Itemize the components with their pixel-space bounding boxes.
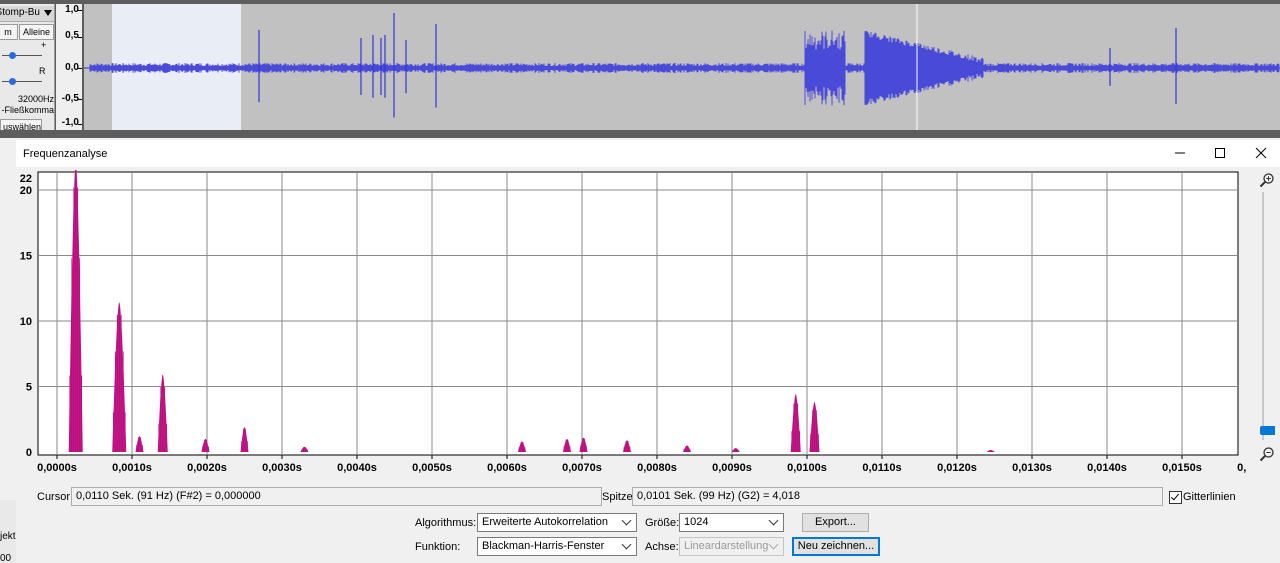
y-tick-label: 5 bbox=[26, 382, 32, 394]
peak-label: Spitze: bbox=[602, 491, 636, 503]
x-tick-label: 0,0130s bbox=[1012, 462, 1052, 474]
x-tick-label: 0,0030s bbox=[262, 462, 302, 474]
x-tick-label: 0,0140s bbox=[1087, 462, 1127, 474]
x-tick-label: 0,0050s bbox=[412, 462, 452, 474]
y-tick-label: 0 bbox=[26, 447, 32, 459]
zoom-slider-thumb[interactable] bbox=[1260, 426, 1275, 435]
sample-rate-label: 32000Hz bbox=[17, 94, 54, 104]
background-label: jekt bbox=[0, 531, 16, 542]
pan-right-label: R bbox=[39, 66, 46, 76]
chevron-down-icon bbox=[621, 515, 632, 526]
chevron-down-icon bbox=[621, 539, 632, 550]
axis-value: Lineardarstellung bbox=[684, 540, 769, 552]
ruler-tick bbox=[78, 99, 82, 100]
algorithm-select[interactable]: Erweiterte Autokorrelation bbox=[477, 513, 637, 532]
y-top-label: 22 bbox=[20, 173, 32, 185]
x-tick-label: 0,0040s bbox=[337, 462, 377, 474]
x-tick-label: 0,0110s bbox=[862, 462, 901, 474]
ruler-tick bbox=[78, 10, 82, 11]
track-name-menu[interactable]: XStomp-Bu bbox=[0, 6, 54, 22]
plot-area[interactable] bbox=[37, 171, 1239, 456]
amplitude-ruler: 1,0 0,5 0,0 -0,5 -1,0 bbox=[56, 4, 82, 130]
gain-plus-label: + bbox=[41, 40, 47, 50]
axis-select[interactable]: Lineardarstellung bbox=[679, 537, 784, 556]
x-tick-label: 0,0100s bbox=[787, 462, 827, 474]
export-button[interactable]: Export... bbox=[802, 513, 869, 532]
track-control-panel: XStomp-Bu m Alleine + R 32000Hz -Fließko… bbox=[0, 4, 55, 130]
ruler-label: 0,0 bbox=[65, 62, 79, 73]
sample-format-label: -Fließkomma bbox=[1, 105, 54, 115]
zoom-out-icon[interactable] bbox=[1259, 446, 1275, 462]
ruler-label: -1,0 bbox=[61, 117, 79, 128]
track-name-label: XStomp-Bu bbox=[0, 7, 40, 18]
window-titlebar[interactable]: Frequenzanalyse bbox=[16, 140, 1280, 167]
solo-button[interactable]: Alleine bbox=[19, 24, 54, 40]
size-value: 1024 bbox=[684, 516, 709, 528]
x-tick-label: 0,0150s bbox=[1162, 462, 1202, 474]
zoom-slider-track[interactable] bbox=[1262, 192, 1264, 440]
ruler-tick bbox=[78, 68, 82, 69]
cursor-label: Cursor: bbox=[37, 491, 74, 503]
redraw-button[interactable]: Neu zeichnen... bbox=[792, 537, 880, 556]
pan-slider-track[interactable] bbox=[2, 81, 42, 82]
minimize-icon[interactable] bbox=[1170, 144, 1190, 162]
chevron-down-icon bbox=[44, 10, 52, 16]
window-title: Frequenzanalyse bbox=[23, 148, 108, 160]
x-tick-label: 0,0160s bbox=[1237, 462, 1246, 474]
chevron-down-icon bbox=[768, 539, 779, 550]
gain-slider-track[interactable] bbox=[2, 55, 42, 56]
x-tick-label: 0,0070s bbox=[562, 462, 602, 474]
size-select[interactable]: 1024 bbox=[679, 513, 784, 532]
ruler-label: 0,5 bbox=[65, 30, 79, 41]
maximize-icon[interactable] bbox=[1210, 144, 1230, 162]
audio-track-area: XStomp-Bu m Alleine + R 32000Hz -Fließko… bbox=[0, 0, 1280, 138]
size-label: Größe: bbox=[645, 517, 680, 529]
x-tick-label: 0,0080s bbox=[637, 462, 677, 474]
ruler-label: -0,5 bbox=[61, 93, 79, 104]
window-function-value: Blackman-Harris-Fenster bbox=[482, 540, 605, 552]
waveform[interactable] bbox=[84, 4, 1280, 130]
pan-slider-knob[interactable] bbox=[9, 78, 16, 85]
function-label: Funktion: bbox=[415, 541, 461, 553]
mute-button[interactable]: m bbox=[0, 24, 18, 40]
x-tick-label: 0,0120s bbox=[937, 462, 977, 474]
close-icon[interactable] bbox=[1251, 144, 1271, 162]
gridlines-checkbox[interactable] bbox=[1169, 491, 1182, 504]
gain-slider-knob[interactable] bbox=[9, 52, 16, 59]
x-tick-label: 0,0000s bbox=[37, 462, 77, 474]
y-tick-label: 20 bbox=[20, 185, 32, 197]
window-function-select[interactable]: Blackman-Harris-Fenster bbox=[477, 537, 637, 556]
y-tick-label: 10 bbox=[20, 316, 32, 328]
frequency-analysis-window: Frequenzanalyse 0 5 10 15 20 22 0,0000s 0,0010… bbox=[16, 140, 1280, 563]
ruler-label: 1,0 bbox=[65, 4, 79, 15]
track-rate-info: 32000Hz -Fließkomma bbox=[0, 94, 54, 116]
background-app-edge: jekt 00 bbox=[0, 500, 16, 563]
chevron-down-icon bbox=[768, 515, 779, 526]
x-tick-label: 0,0060s bbox=[487, 462, 527, 474]
zoom-in-icon[interactable] bbox=[1259, 172, 1275, 188]
y-tick-label: 15 bbox=[20, 251, 32, 263]
axis-label: Achse: bbox=[645, 541, 679, 553]
gridlines-label: Gitterlinien bbox=[1183, 491, 1236, 503]
ruler-tick bbox=[78, 124, 82, 125]
x-tick-label: 0,0090s bbox=[712, 462, 752, 474]
select-button[interactable]: uswählen bbox=[0, 119, 42, 130]
background-label: 00 bbox=[0, 553, 12, 563]
algorithm-label: Algorithmus: bbox=[415, 517, 477, 529]
algorithm-value: Erweiterte Autokorrelation bbox=[482, 516, 608, 528]
x-tick-label: 0,0020s bbox=[187, 462, 227, 474]
cursor-value-field[interactable]: 0,0110 Sek. (91 Hz) (F#2) = 0,000000 bbox=[71, 487, 602, 506]
peak-value-field[interactable]: 0,0101 Sek. (99 Hz) (G2) = 4,018 bbox=[632, 487, 1163, 506]
autocorrelation-plot[interactable]: 0 5 10 15 2022 0,0000s 0,0010s 0,0020s 0,0030s 0… bbox=[16, 170, 1246, 474]
ruler-tick bbox=[78, 37, 82, 38]
x-tick-label: 0,0010s bbox=[112, 462, 152, 474]
